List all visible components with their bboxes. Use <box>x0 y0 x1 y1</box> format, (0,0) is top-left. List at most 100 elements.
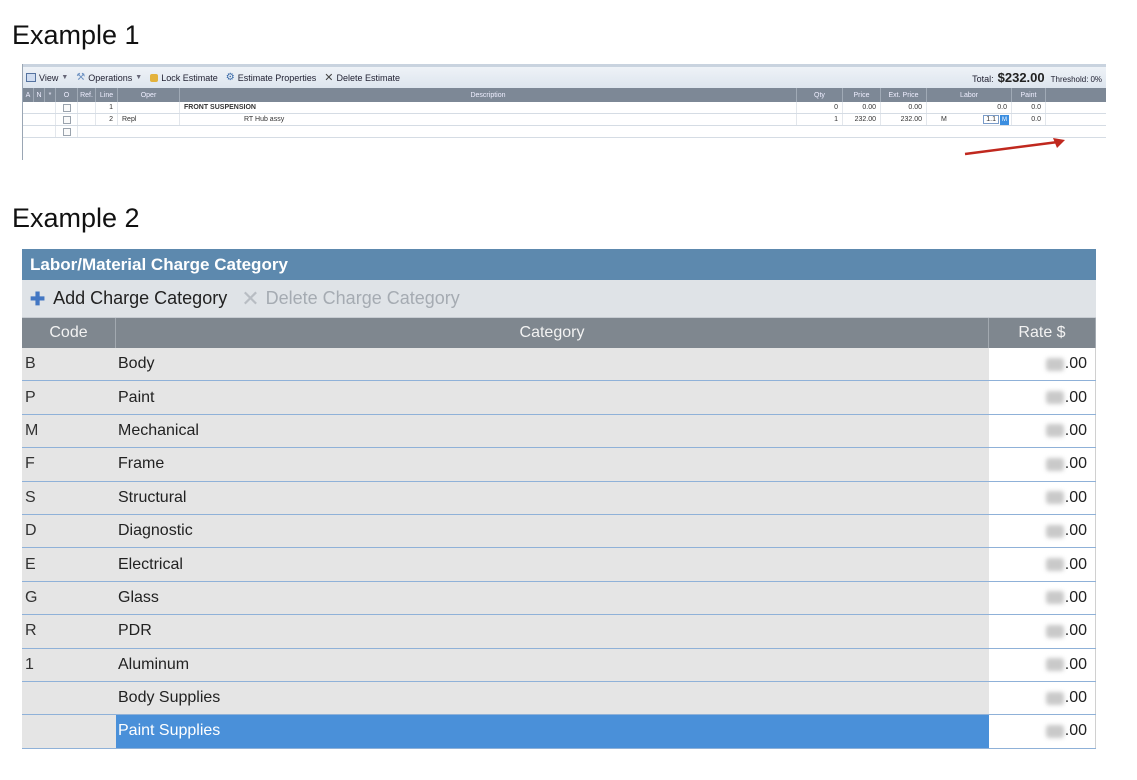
estimate-properties-button[interactable]: ⚙ Estimate Properties <box>226 72 317 83</box>
code-cell[interactable]: B <box>22 348 116 381</box>
col-header-price[interactable]: Price <box>843 88 881 102</box>
code-cell[interactable]: E <box>22 548 116 581</box>
col-header-labor[interactable]: Labor <box>927 88 1012 102</box>
category-cell[interactable]: Paint Supplies <box>116 715 989 748</box>
col-header-rate[interactable]: Rate $ <box>989 318 1096 348</box>
code-cell[interactable]: S <box>22 481 116 514</box>
code-cell[interactable]: P <box>22 381 116 414</box>
rate-suffix: .00 <box>1064 355 1087 373</box>
example-1-heading: Example 1 <box>12 20 140 50</box>
col-header-a[interactable]: A <box>23 88 34 102</box>
col-header-o[interactable]: O <box>56 88 78 102</box>
col-header-ext-price[interactable]: Ext. Price <box>881 88 927 102</box>
row-checkbox[interactable] <box>62 127 71 136</box>
ext-price: 0.00 <box>881 102 927 113</box>
table-row[interactable]: M Mechanical .00 <box>22 414 1096 449</box>
rate-cell[interactable]: .00 <box>989 681 1096 715</box>
table-row[interactable]: P Paint .00 <box>22 381 1096 415</box>
lock-estimate-label: Lock Estimate <box>161 72 218 83</box>
rate-cell[interactable]: .00 <box>989 514 1096 548</box>
category-cell[interactable]: PDR <box>116 615 989 648</box>
col-header-description[interactable]: Description <box>180 88 797 102</box>
col-header-qty[interactable]: Qty <box>797 88 843 102</box>
estimate-row-empty[interactable] <box>23 126 1106 138</box>
category-cell[interactable]: Diagnostic <box>116 514 989 548</box>
category-cell[interactable]: Body Supplies <box>116 681 989 715</box>
category-cell[interactable]: Body <box>116 348 989 381</box>
rate-suffix: .00 <box>1064 488 1087 506</box>
rate-cell[interactable]: .00 <box>989 581 1096 615</box>
category-cell[interactable]: Paint <box>116 381 989 414</box>
code-cell[interactable]: D <box>22 514 116 548</box>
rate-cell[interactable]: .00 <box>989 715 1096 748</box>
rate-cell[interactable]: .00 <box>989 414 1096 448</box>
row-checkbox[interactable] <box>62 115 71 124</box>
rate-cell[interactable]: .00 <box>989 448 1096 481</box>
close-icon: ✕ <box>324 72 334 84</box>
category-cell[interactable]: Mechanical <box>116 414 989 448</box>
labor-hours-input[interactable]: 1.1 <box>983 115 999 124</box>
table-row[interactable]: Paint Supplies .00 <box>22 715 1096 749</box>
col-header-code[interactable]: Code <box>22 318 116 348</box>
delete-estimate-button[interactable]: ✕ Delete Estimate <box>324 71 400 84</box>
delete-charge-category-button[interactable]: ✕ Delete Charge Category <box>241 287 460 310</box>
table-row[interactable]: 1 Aluminum .00 <box>22 648 1096 682</box>
redacted-value <box>1045 491 1064 505</box>
operations-menu[interactable]: ⚒ Operations ▼ <box>76 72 142 83</box>
chevron-down-icon: ▼ <box>61 74 69 81</box>
add-charge-category-label: Add Charge Category <box>53 288 228 308</box>
table-row[interactable]: E Electrical .00 <box>22 548 1096 582</box>
price: 232.00 <box>843 114 881 125</box>
col-header-paint[interactable]: Paint <box>1012 88 1046 102</box>
category-cell[interactable]: Structural <box>116 481 989 514</box>
table-row[interactable]: F Frame .00 <box>22 448 1096 482</box>
red-arrow-annotation <box>964 138 1065 156</box>
command-bar: ✚ Add Charge Category ✕ Delete Charge Ca… <box>22 280 1096 318</box>
rate-cell[interactable]: .00 <box>989 481 1096 514</box>
code-cell[interactable] <box>22 715 116 748</box>
col-header-line[interactable]: Line <box>96 88 118 102</box>
rate-cell[interactable]: .00 <box>989 648 1096 681</box>
rate-cell[interactable]: .00 <box>989 348 1096 381</box>
rate-suffix: .00 <box>1064 722 1087 740</box>
col-header-star[interactable]: * <box>45 88 56 102</box>
category-cell[interactable]: Aluminum <box>116 648 989 681</box>
code-cell[interactable]: 1 <box>22 648 116 681</box>
add-charge-category-button[interactable]: ✚ Add Charge Category <box>30 288 227 309</box>
col-header-ref[interactable]: Ref. <box>78 88 96 102</box>
table-row[interactable]: G Glass .00 <box>22 581 1096 616</box>
description: FRONT SUSPENSION <box>180 102 797 113</box>
rate-cell[interactable]: .00 <box>989 615 1096 648</box>
panel-title: Labor/Material Charge Category <box>22 249 1096 280</box>
charge-category-panel: Labor/Material Charge Category ✚ Add Cha… <box>22 249 1096 749</box>
code-cell[interactable]: R <box>22 615 116 648</box>
table-row[interactable]: B Body .00 <box>22 348 1096 382</box>
table-row[interactable]: R PDR .00 <box>22 615 1096 649</box>
estimate-row[interactable]: 2 Repl RT Hub assy 1 232.00 232.00 M 1.1… <box>23 114 1106 126</box>
code-cell[interactable]: G <box>22 581 116 615</box>
row-checkbox[interactable] <box>62 103 71 112</box>
estimate-row[interactable]: 1 FRONT SUSPENSION 0 0.00 0.00 0.0 0.0 <box>23 102 1106 114</box>
table-row[interactable]: D Diagnostic .00 <box>22 514 1096 549</box>
labor-type-dropdown[interactable]: M <box>1000 114 1009 125</box>
code-cell[interactable]: M <box>22 414 116 448</box>
code-cell[interactable] <box>22 681 116 715</box>
estimate-grid-header: A N * O Ref. Line Oper Description Qty P… <box>23 88 1106 102</box>
labor: 0.0 <box>927 102 1012 113</box>
table-body: B Body .00 P Paint .00 M Mechanical .00 F Frame .00… <box>22 348 1096 749</box>
rate-cell[interactable]: .00 <box>989 548 1096 581</box>
lock-estimate-button[interactable]: Lock Estimate <box>150 73 218 83</box>
category-cell[interactable]: Glass <box>116 581 989 615</box>
col-header-oper[interactable]: Oper <box>118 88 180 102</box>
view-menu[interactable]: View ▼ <box>26 73 68 83</box>
category-cell[interactable]: Electrical <box>116 548 989 581</box>
redacted-value <box>1045 658 1064 672</box>
col-header-n[interactable]: N <box>34 88 45 102</box>
code-cell[interactable]: F <box>22 448 116 481</box>
col-header-category[interactable]: Category <box>116 318 989 348</box>
table-row[interactable]: S Structural .00 <box>22 481 1096 515</box>
category-cell[interactable]: Frame <box>116 448 989 481</box>
rate-cell[interactable]: .00 <box>989 381 1096 414</box>
table-row[interactable]: Body Supplies .00 <box>22 681 1096 716</box>
rate-suffix: .00 <box>1064 555 1087 573</box>
